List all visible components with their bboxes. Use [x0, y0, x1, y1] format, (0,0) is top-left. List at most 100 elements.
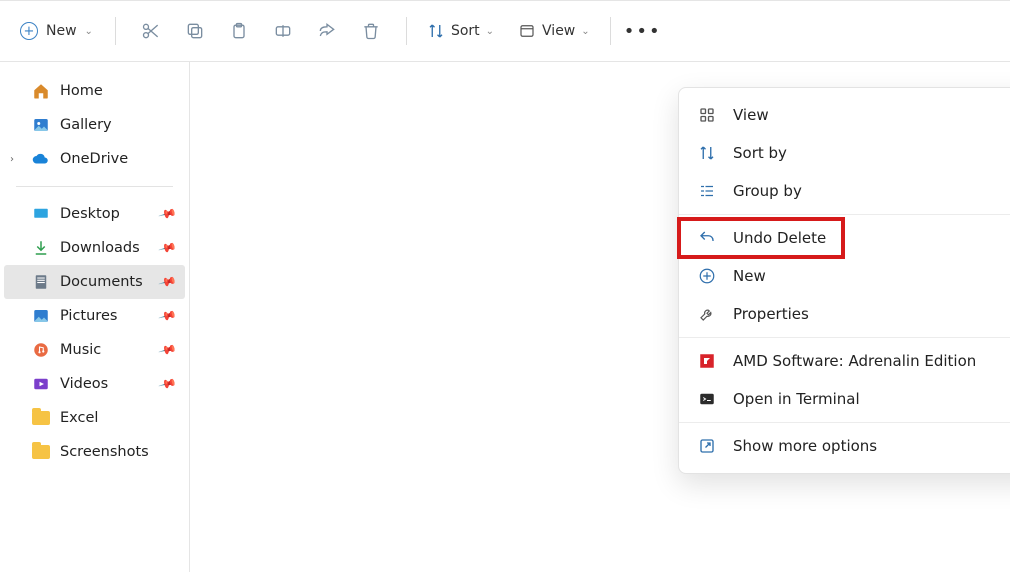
- wrench-icon: [697, 304, 717, 324]
- rename-icon: [273, 21, 293, 41]
- cloud-icon: [32, 150, 50, 168]
- context-menu-item-label: Open in Terminal: [733, 390, 860, 408]
- sort-icon: [697, 143, 717, 163]
- sidebar-item-pictures[interactable]: Pictures 📌: [4, 299, 185, 333]
- cut-button[interactable]: [130, 10, 172, 52]
- context-menu-item-properties[interactable]: Properties Alt+Enter: [679, 295, 1010, 333]
- sidebar-item-gallery[interactable]: Gallery: [4, 108, 185, 142]
- context-menu-item-label: Group by: [733, 182, 802, 200]
- toolbar-separator: [406, 17, 407, 45]
- new-button[interactable]: + New ⌄: [12, 16, 101, 46]
- delete-button[interactable]: [350, 10, 392, 52]
- layout-icon: [518, 22, 536, 40]
- sort-label: Sort: [451, 23, 480, 39]
- folder-icon: [32, 443, 50, 461]
- pin-icon: 📌: [158, 204, 178, 224]
- undo-icon: [697, 228, 717, 248]
- sidebar-item-label: Excel: [60, 410, 98, 426]
- share-icon: [317, 21, 337, 41]
- pictures-icon: [32, 307, 50, 325]
- chevron-down-icon: ⌄: [85, 26, 93, 37]
- context-menu-item-groupby[interactable]: Group by ›: [679, 172, 1010, 210]
- toolbar: + New ⌄ Sort ⌄ View ⌄ •••: [0, 0, 1010, 62]
- plus-circle-icon: [697, 266, 717, 286]
- context-menu-item-label: Properties: [733, 305, 809, 323]
- desktop-icon: [32, 205, 50, 223]
- content-area[interactable]: View › Sort by › Group by ›: [190, 62, 1010, 572]
- context-menu-item-label: New: [733, 267, 766, 285]
- pin-icon: 📌: [158, 306, 178, 326]
- toolbar-separator: [115, 17, 116, 45]
- context-menu-item-label: Show more options: [733, 437, 877, 455]
- expand-icon: [697, 436, 717, 456]
- paste-button[interactable]: [218, 10, 260, 52]
- context-menu-item-label: AMD Software: Adrenalin Edition: [733, 352, 976, 370]
- context-menu-item-label: Sort by: [733, 144, 787, 162]
- amd-icon: [697, 351, 717, 371]
- pin-icon: 📌: [158, 272, 178, 292]
- context-menu-item-terminal[interactable]: Open in Terminal: [679, 380, 1010, 418]
- share-button[interactable]: [306, 10, 348, 52]
- sidebar-item-onedrive[interactable]: › OneDrive: [4, 142, 185, 176]
- sidebar-item-music[interactable]: Music 📌: [4, 333, 185, 367]
- pin-icon: 📌: [158, 238, 178, 258]
- sidebar-item-label: Downloads: [60, 240, 140, 256]
- sidebar-item-documents[interactable]: Documents 📌: [4, 265, 185, 299]
- grid-icon: [697, 105, 717, 125]
- new-button-label: New: [46, 23, 77, 39]
- context-menu-item-amd[interactable]: AMD Software: Adrenalin Edition: [679, 342, 1010, 380]
- videos-icon: [32, 375, 50, 393]
- copy-button[interactable]: [174, 10, 216, 52]
- ellipsis-icon: •••: [624, 21, 662, 42]
- pin-icon: 📌: [158, 340, 178, 360]
- chevron-down-icon: ⌄: [581, 26, 589, 37]
- pin-icon: 📌: [158, 374, 178, 394]
- sidebar-item-label: Videos: [60, 376, 108, 392]
- sidebar-item-screenshots[interactable]: Screenshots: [4, 435, 185, 469]
- sidebar-item-downloads[interactable]: Downloads 📌: [4, 231, 185, 265]
- sidebar-item-videos[interactable]: Videos 📌: [4, 367, 185, 401]
- sidebar-item-label: Screenshots: [60, 444, 149, 460]
- scissors-icon: [141, 21, 161, 41]
- sidebar-item-label: OneDrive: [60, 151, 128, 167]
- context-menu: View › Sort by › Group by ›: [678, 87, 1010, 474]
- view-label: View: [542, 23, 575, 39]
- sidebar-item-label: Music: [60, 342, 101, 358]
- context-menu-item-label: View: [733, 106, 769, 124]
- copy-icon: [185, 21, 205, 41]
- context-menu-item-show-more[interactable]: Show more options: [679, 427, 1010, 465]
- sort-button[interactable]: Sort ⌄: [421, 16, 500, 46]
- context-menu-separator: [679, 214, 1010, 215]
- more-button[interactable]: •••: [625, 10, 661, 52]
- trash-icon: [361, 21, 381, 41]
- context-menu-item-label: Undo Delete: [733, 229, 826, 247]
- rename-button[interactable]: [262, 10, 304, 52]
- gallery-icon: [32, 116, 50, 134]
- download-icon: [32, 239, 50, 257]
- sidebar-item-label: Gallery: [60, 117, 112, 133]
- terminal-icon: [697, 389, 717, 409]
- sidebar-item-label: Pictures: [60, 308, 117, 324]
- chevron-right-icon: ›: [10, 154, 14, 165]
- sidebar: Home Gallery › OneDrive Desktop 📌: [0, 62, 190, 572]
- sidebar-item-label: Home: [60, 83, 103, 99]
- sidebar-item-home[interactable]: Home: [4, 74, 185, 108]
- view-button[interactable]: View ⌄: [512, 16, 596, 46]
- sidebar-item-label: Desktop: [60, 206, 120, 222]
- clipboard-icon: [229, 21, 249, 41]
- sidebar-item-desktop[interactable]: Desktop 📌: [4, 197, 185, 231]
- context-menu-separator: [679, 422, 1010, 423]
- context-menu-item-view[interactable]: View ›: [679, 96, 1010, 134]
- group-icon: [697, 181, 717, 201]
- chevron-down-icon: ⌄: [486, 26, 494, 37]
- sidebar-item-label: Documents: [60, 274, 143, 290]
- main-area: Home Gallery › OneDrive Desktop 📌: [0, 62, 1010, 572]
- context-menu-separator: [679, 337, 1010, 338]
- context-menu-item-sortby[interactable]: Sort by ›: [679, 134, 1010, 172]
- plus-circle-icon: +: [20, 22, 38, 40]
- context-menu-item-new[interactable]: New ›: [679, 257, 1010, 295]
- sidebar-divider: [16, 186, 173, 187]
- sidebar-item-excel[interactable]: Excel: [4, 401, 185, 435]
- sort-icon: [427, 22, 445, 40]
- context-menu-item-undo-delete[interactable]: Undo Delete Ctrl+Z: [679, 219, 1010, 257]
